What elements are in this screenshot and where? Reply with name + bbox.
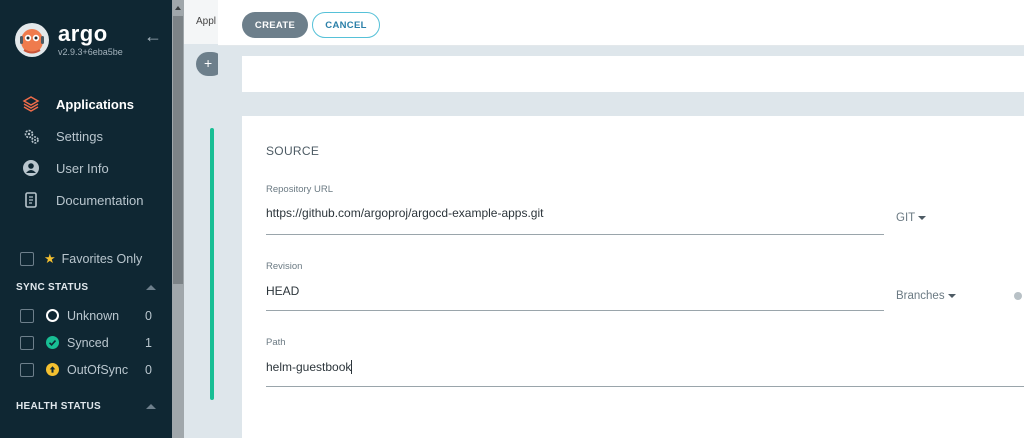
sync-filter-outofsync[interactable]: OutOfSync 0 (0, 356, 172, 383)
filter-label: Synced (67, 335, 109, 350)
repository-type-dropdown[interactable]: GIT (896, 212, 927, 224)
filter-checkbox[interactable] (20, 308, 34, 323)
sidebar-item-label: Applications (56, 96, 135, 112)
app-name: argo (58, 21, 108, 46)
sync-status-header[interactable]: SYNC STATUS (0, 272, 172, 302)
check-circle-icon (46, 336, 59, 349)
revision-input[interactable]: HEAD (266, 284, 299, 298)
source-section-title: SOURCE (266, 144, 320, 158)
filter-count: 0 (145, 362, 152, 377)
book-icon (22, 191, 40, 209)
circle-notch-icon (46, 309, 59, 322)
underlying-page: Appl + (184, 0, 224, 438)
sidebar-scrollbar-thumb[interactable] (173, 16, 183, 284)
sidebar-item-applications[interactable]: Applications (0, 88, 172, 120)
underlying-toolbar: Appl (184, 0, 218, 44)
sidebar: argo v2.9.3+6eba5be ← Applications Setti… (0, 0, 172, 438)
sidebar-item-label: Documentation (56, 192, 144, 208)
panel-toolbar: CREATE CANCEL (218, 0, 1024, 46)
repository-url-input[interactable]: https://github.com/argoproj/argocd-examp… (266, 206, 543, 220)
create-button[interactable]: CREATE (242, 12, 308, 38)
revision-type-dropdown[interactable]: Branches (896, 290, 956, 302)
brand[interactable]: argo v2.9.3+6eba5be (14, 22, 123, 58)
repository-url-label: Repository URL (266, 184, 334, 195)
text-cursor (351, 360, 353, 374)
dropdown-caret-icon (947, 294, 956, 298)
path-label: Path (266, 337, 286, 348)
path-input[interactable]: helm-guestbook (266, 360, 353, 374)
favorites-label: Favorites Only (61, 252, 143, 266)
health-status-title: HEALTH STATUS (16, 400, 102, 412)
path-underline (266, 386, 1024, 387)
revision-type-value: Branches (896, 290, 945, 302)
path-input-value: helm-guestbook (266, 360, 352, 374)
filter-checkbox[interactable] (20, 335, 34, 350)
sidebar-item-documentation[interactable]: Documentation (0, 184, 172, 216)
gears-icon (22, 127, 40, 145)
help-info-icon[interactable] (1014, 292, 1022, 300)
collapse-caret-icon[interactable] (146, 284, 156, 290)
app-root: argo v2.9.3+6eba5be ← Applications Setti… (0, 0, 1024, 438)
repository-type-value: GIT (896, 212, 916, 224)
favorites-filter[interactable]: ★ Favorites Only (0, 246, 172, 272)
arrow-up-circle-icon (46, 363, 59, 376)
sidebar-item-label: Settings (56, 128, 103, 144)
filter-label: OutOfSync (67, 362, 129, 377)
argo-logo-icon (15, 23, 49, 57)
sync-filter-synced[interactable]: Synced 1 (0, 329, 172, 356)
sidebar-item-user-info[interactable]: User Info (0, 152, 172, 184)
revision-label: Revision (266, 261, 303, 272)
underlying-app-status-bar (210, 128, 214, 400)
underlying-tab-label: Appl (196, 16, 217, 27)
filter-count: 0 (145, 308, 152, 323)
dropdown-caret-icon (918, 216, 927, 220)
sidebar-filters: ★ Favorites Only SYNC STATUS Unknown 0 S… (0, 246, 172, 421)
scroll-up-arrow-icon[interactable] (175, 6, 181, 10)
collapse-caret-icon[interactable] (146, 403, 156, 409)
sidebar-nav: Applications Settings User Info Document… (0, 88, 172, 216)
user-circle-icon (22, 159, 40, 177)
cancel-button[interactable]: CANCEL (312, 12, 380, 38)
filter-checkbox[interactable] (20, 362, 34, 377)
health-status-header[interactable]: HEALTH STATUS (0, 391, 172, 421)
favorites-checkbox[interactable] (20, 252, 34, 266)
create-app-panel: CREATE CANCEL SOURCE Repository URL http… (218, 0, 1024, 438)
repository-url-underline (266, 234, 884, 235)
filter-label: Unknown (67, 308, 120, 323)
sync-status-title: SYNC STATUS (16, 281, 89, 293)
sidebar-item-settings[interactable]: Settings (0, 120, 172, 152)
general-section-card (242, 56, 1024, 92)
filter-count: 1 (145, 335, 152, 350)
collapse-sidebar-arrow-icon[interactable]: ← (144, 26, 162, 47)
source-section-card: SOURCE Repository URL https://github.com… (242, 116, 1024, 438)
star-icon: ★ (44, 251, 56, 266)
revision-underline (266, 310, 884, 311)
app-version: v2.9.3+6eba5be (58, 47, 123, 57)
sidebar-item-label: User Info (56, 160, 109, 176)
layers-icon (22, 95, 40, 113)
sync-filter-unknown[interactable]: Unknown 0 (0, 302, 172, 329)
